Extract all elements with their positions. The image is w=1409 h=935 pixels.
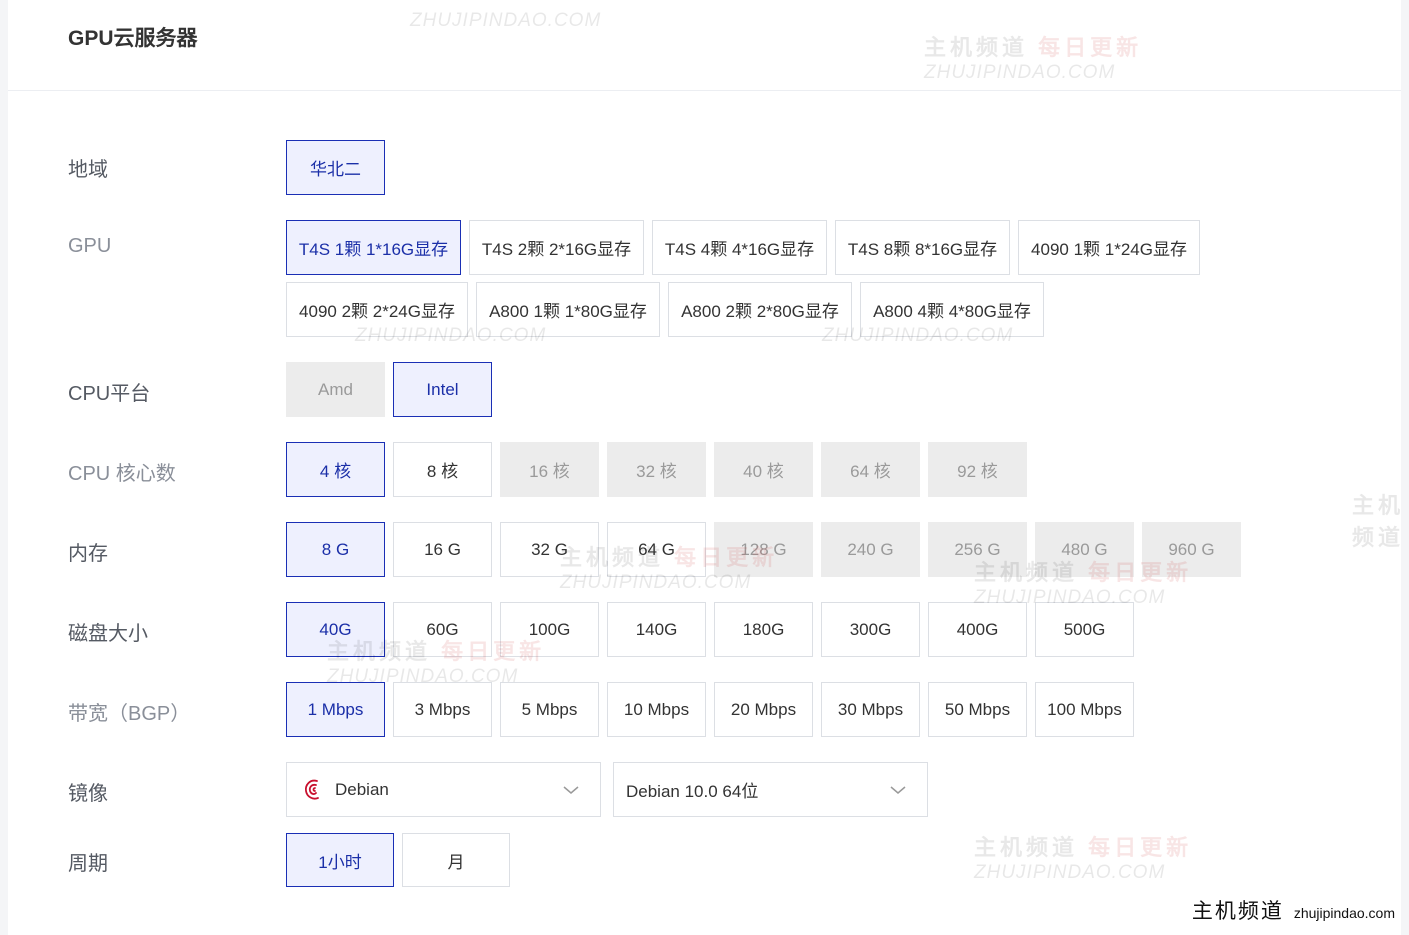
label-bandwidth: 带宽（BGP） — [68, 703, 191, 725]
gpu-option[interactable]: A800 2颗 2*80G显存 — [668, 282, 852, 337]
chevron-down-icon — [563, 786, 579, 794]
disk-option[interactable]: 400G — [928, 602, 1027, 657]
cpu-cores-option[interactable]: 8 核 — [393, 442, 492, 497]
os-select[interactable]: Debian — [286, 762, 601, 817]
bandwidth-option[interactable]: 20 Mbps — [714, 682, 813, 737]
disk-option[interactable]: 140G — [607, 602, 706, 657]
cpu-cores-option: 16 核 — [500, 442, 599, 497]
label-cpu-platform: CPU平台 — [68, 383, 151, 405]
os-version-select[interactable]: Debian 10.0 64位 — [613, 762, 928, 817]
cpu-platform-option: Amd — [286, 362, 385, 417]
region-option[interactable]: 华北二 — [286, 140, 385, 195]
label-region: 地域 — [68, 159, 108, 181]
label-disk: 磁盘大小 — [68, 623, 148, 645]
label-period: 周期 — [68, 853, 108, 875]
os-version-select-value: Debian 10.0 64位 — [626, 782, 759, 801]
cpu-cores-option[interactable]: 4 核 — [286, 442, 385, 497]
memory-option: 480 G — [1035, 522, 1134, 577]
gpu-option[interactable]: T4S 1颗 1*16G显存 — [286, 220, 461, 275]
corner-watermark: 主机频道 zhujipindao.com — [1191, 900, 1395, 923]
bandwidth-option[interactable]: 100 Mbps — [1035, 682, 1134, 737]
gpu-option[interactable]: T4S 2颗 2*16G显存 — [469, 220, 644, 275]
bandwidth-option[interactable]: 10 Mbps — [607, 682, 706, 737]
page-title: GPU云服务器 — [68, 27, 198, 50]
bandwidth-option[interactable]: 50 Mbps — [928, 682, 1027, 737]
bandwidth-option[interactable]: 1 Mbps — [286, 682, 385, 737]
memory-option: 128 G — [714, 522, 813, 577]
bandwidth-option[interactable]: 30 Mbps — [821, 682, 920, 737]
chevron-down-icon — [890, 786, 906, 794]
config-panel: GPU云服务器 地域 GPU CPU平台 CPU 核心数 内存 磁盘大小 带宽（… — [8, 0, 1401, 935]
disk-option[interactable]: 300G — [821, 602, 920, 657]
memory-option[interactable]: 32 G — [500, 522, 599, 577]
label-image: 镜像 — [68, 783, 108, 805]
period-option[interactable]: 1小时 — [286, 833, 394, 887]
disk-option[interactable]: 100G — [500, 602, 599, 657]
label-memory: 内存 — [68, 543, 108, 565]
disk-option[interactable]: 40G — [286, 602, 385, 657]
disk-option[interactable]: 180G — [714, 602, 813, 657]
gpu-option[interactable]: 4090 2颗 2*24G显存 — [286, 282, 468, 337]
memory-option[interactable]: 64 G — [607, 522, 706, 577]
gpu-option[interactable]: A800 1颗 1*80G显存 — [476, 282, 660, 337]
memory-option[interactable]: 8 G — [286, 522, 385, 577]
panel-header: GPU云服务器 — [8, 0, 1401, 91]
cpu-cores-option: 40 核 — [714, 442, 813, 497]
memory-option[interactable]: 16 G — [393, 522, 492, 577]
memory-option: 960 G — [1142, 522, 1241, 577]
disk-option[interactable]: 60G — [393, 602, 492, 657]
gpu-option[interactable]: 4090 1颗 1*24G显存 — [1018, 220, 1200, 275]
memory-option: 256 G — [928, 522, 1027, 577]
cpu-cores-option: 92 核 — [928, 442, 1027, 497]
debian-logo-icon — [304, 779, 319, 799]
label-cpu-cores: CPU 核心数 — [68, 463, 176, 485]
label-gpu: GPU — [68, 235, 112, 257]
cpu-cores-option: 64 核 — [821, 442, 920, 497]
os-select-value: Debian — [335, 779, 389, 799]
bandwidth-option[interactable]: 3 Mbps — [393, 682, 492, 737]
gpu-option[interactable]: A800 4颗 4*80G显存 — [860, 282, 1044, 337]
cpu-cores-option: 32 核 — [607, 442, 706, 497]
bandwidth-option[interactable]: 5 Mbps — [500, 682, 599, 737]
memory-option: 240 G — [821, 522, 920, 577]
period-option[interactable]: 月 — [402, 833, 510, 887]
disk-option[interactable]: 500G — [1035, 602, 1134, 657]
cpu-platform-option[interactable]: Intel — [393, 362, 492, 417]
gpu-option[interactable]: T4S 4颗 4*16G显存 — [652, 220, 827, 275]
gpu-option[interactable]: T4S 8颗 8*16G显存 — [835, 220, 1010, 275]
